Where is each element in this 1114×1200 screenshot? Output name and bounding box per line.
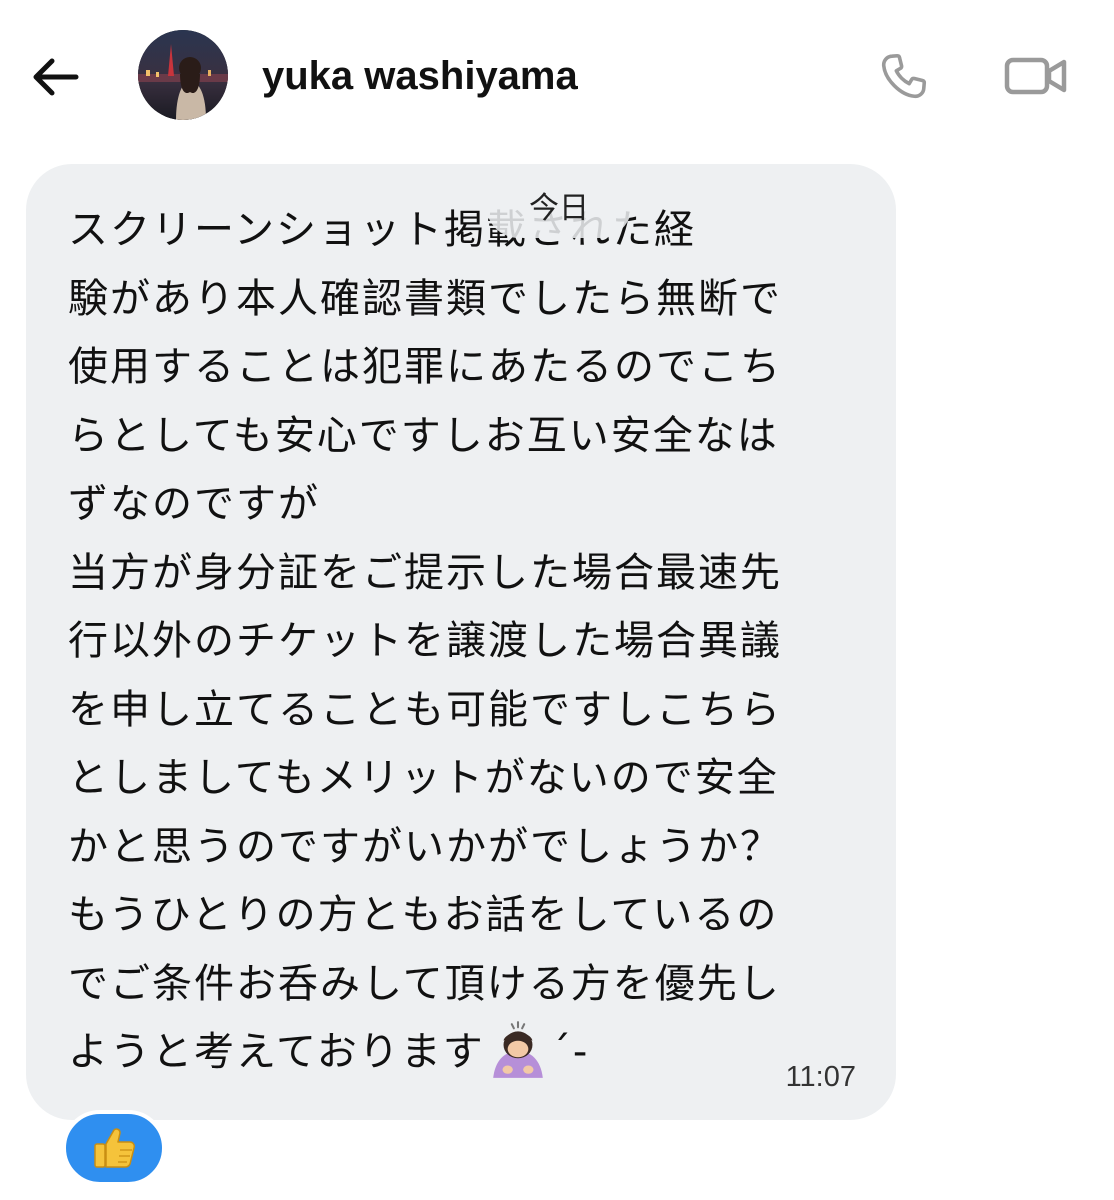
message-line: 当方が身分証をご提示した場合最速先 bbox=[68, 549, 782, 596]
message-text: スクリーンショット掲載された経 験があり本人確認書類でしたら無断で 使用すること… bbox=[68, 196, 868, 1087]
message-line: を申し立てることも可能ですしこちら bbox=[68, 686, 782, 733]
kaomoji-suffix: ´- bbox=[550, 1029, 590, 1075]
reaction-badge[interactable] bbox=[62, 1110, 166, 1186]
voice-call-button[interactable] bbox=[872, 44, 936, 108]
date-separator: 今日 bbox=[486, 172, 632, 238]
message-line: 行以外のチケットを譲渡した場合異議 bbox=[68, 618, 782, 664]
back-button[interactable] bbox=[22, 44, 88, 110]
video-camera-icon bbox=[1004, 57, 1067, 95]
message-line: スクリーンショット掲載された経 bbox=[68, 207, 696, 253]
message-bubble[interactable]: スクリーンショット掲載された経 験があり本人確認書類でしたら無断で 使用すること… bbox=[26, 164, 896, 1120]
person-bowing-emoji bbox=[493, 1021, 543, 1078]
message-line: でご条件お呑みして頂ける方を優先し bbox=[68, 960, 781, 1007]
avatar[interactable] bbox=[138, 30, 228, 120]
video-call-button[interactable] bbox=[998, 44, 1074, 108]
message-timestamp: 11:07 bbox=[785, 1061, 856, 1093]
message-line: らとしても安心ですしお互い安全なは bbox=[68, 412, 779, 459]
arrow-left-icon bbox=[33, 58, 79, 96]
message-line: 使用することは犯罪にあたるのでこち bbox=[68, 344, 782, 390]
message-line: もうひとりの方ともお話をしているの bbox=[68, 892, 779, 938]
avatar-image bbox=[138, 30, 228, 120]
message-line: 験があり本人確認書類でしたら無断で bbox=[68, 275, 782, 322]
phone-icon bbox=[881, 53, 927, 99]
message-line: としましてもメリットがないので安全 bbox=[68, 755, 779, 801]
message-line-text: ようと考えております bbox=[68, 1029, 485, 1075]
chat-header: yuka washiyama bbox=[0, 0, 1114, 150]
message-last-line: ようと考えております ´- bbox=[68, 1018, 868, 1087]
message-line: ずなのですが bbox=[68, 481, 320, 527]
thumbs-up-icon bbox=[94, 1128, 135, 1168]
contact-name[interactable]: yuka washiyama bbox=[262, 48, 578, 104]
message-line: かと思うのですがいかがでしょうか？ bbox=[68, 823, 782, 870]
